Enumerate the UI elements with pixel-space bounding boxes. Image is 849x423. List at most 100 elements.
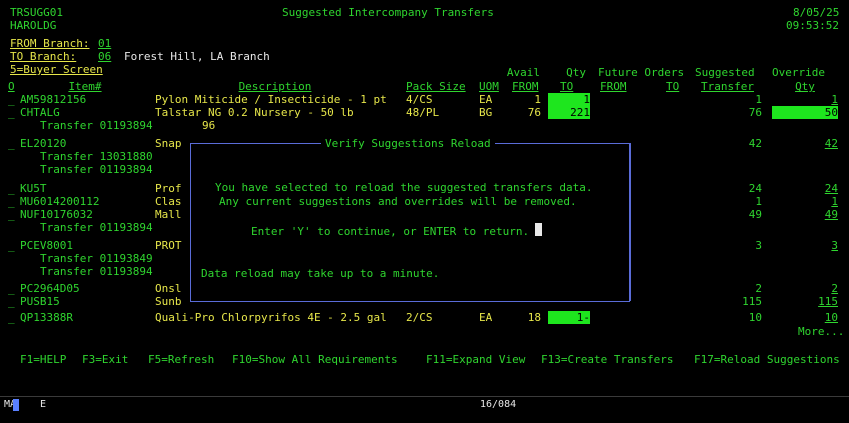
- table-row-suggested: 24: [748, 182, 762, 195]
- user-name: HAROLDG: [10, 19, 57, 32]
- table-row-item: QP13388R: [20, 311, 73, 324]
- override-qty-input[interactable]: 49: [772, 208, 838, 221]
- table-row-uom: EA: [479, 311, 493, 324]
- override-qty-input[interactable]: 24: [772, 182, 838, 195]
- verify-reload-dialog: Verify Suggestions Reload You have selec…: [190, 137, 630, 302]
- dialog-title: Verify Suggestions Reload: [321, 137, 495, 150]
- to-branch-label: TO Branch:: [10, 50, 77, 63]
- row-option-field[interactable]: _: [8, 208, 15, 221]
- dialog-message-line1: You have selected to reload the suggeste…: [215, 181, 593, 194]
- override-qty-input[interactable]: 50: [772, 106, 838, 119]
- transfer-line: Transfer 01193894: [40, 265, 153, 278]
- table-row-avail: 1: [534, 93, 541, 106]
- table-row-desc: Snap: [155, 137, 182, 150]
- col-uom: UOM: [479, 80, 499, 93]
- override-qty-input[interactable]: 1: [772, 195, 838, 208]
- table-row-item: AM59812156: [20, 93, 87, 106]
- override-qty-input[interactable]: 1: [772, 93, 838, 106]
- col-future-from: FROM: [600, 80, 627, 93]
- date: 8/05/25: [793, 6, 840, 19]
- row-option-field[interactable]: _: [8, 93, 15, 106]
- row-option-field[interactable]: _: [8, 106, 15, 119]
- table-row-suggested: 76: [748, 106, 762, 119]
- transfer-line: Transfer 01193894: [40, 221, 153, 234]
- table-row-suggested: 115: [742, 295, 762, 308]
- col-description: Description: [238, 80, 312, 93]
- to-branch-field[interactable]: 06: [98, 50, 111, 63]
- table-row-item: MU6014200112: [20, 195, 100, 208]
- table-row-item: PCEV8001: [20, 239, 73, 252]
- dialog-message-line2: Any current suggestions and overrides wi…: [219, 195, 577, 208]
- override-qty-input[interactable]: 42: [772, 137, 838, 150]
- transfer-qty: 96: [202, 119, 216, 132]
- to-branch-name: Forest Hill, LA Branch: [124, 50, 270, 63]
- f5-refresh-key[interactable]: F5=Refresh: [148, 353, 214, 366]
- transfer-line: Transfer 01193849: [40, 252, 153, 265]
- table-row-uom: BG: [479, 106, 493, 119]
- table-row-suggested: 3: [755, 239, 762, 252]
- transfer-line: Transfer 01193894: [40, 163, 153, 176]
- table-row-suggested: 49: [748, 208, 762, 221]
- row-option-field[interactable]: _: [8, 311, 15, 324]
- table-row-item: NUF10176032: [20, 208, 93, 221]
- col-future-top: Future Orders: [598, 66, 685, 79]
- program-name: TRSUGG01: [10, 6, 63, 19]
- table-row-suggested: 2: [755, 282, 762, 295]
- time: 09:53:52: [786, 19, 839, 32]
- col-suggested-transfer: Transfer: [701, 80, 754, 93]
- table-row-desc: Quali-Pro Chlorpyrifos 4E - 2.5 gal: [155, 311, 387, 324]
- table-row-item: KU5T: [20, 182, 47, 195]
- row-option-field[interactable]: _: [8, 182, 15, 195]
- table-row-pack: 4/CS: [406, 93, 433, 106]
- buyer-screen-label: 5=Buyer Screen: [10, 63, 103, 76]
- f10-show-all-key[interactable]: F10=Show All Requirements: [232, 353, 398, 366]
- table-row-item: EL20120: [20, 137, 67, 150]
- more-indicator[interactable]: More...: [798, 325, 844, 338]
- table-row-pack: 2/CS: [406, 311, 433, 324]
- table-row-item: PUSB15: [20, 295, 60, 308]
- col-avail-from: FROM: [512, 80, 539, 93]
- from-branch-label: FROM Branch:: [10, 37, 90, 50]
- f1-help-key[interactable]: F1=HELP: [20, 353, 66, 366]
- col-qty-top: Qty: [566, 66, 586, 79]
- row-option-field[interactable]: _: [8, 195, 15, 208]
- table-row-suggested: 42: [748, 137, 762, 150]
- col-suggested-top: Suggested: [695, 66, 755, 79]
- confirm-input-cursor[interactable]: [535, 223, 542, 236]
- table-row-item: PC2964D05: [20, 282, 80, 295]
- row-option-field[interactable]: _: [8, 282, 15, 295]
- row-option-field[interactable]: _: [8, 239, 15, 252]
- table-row-desc: Talstar NG 0.2 Nursery - 50 lb: [155, 106, 354, 119]
- f3-exit-key[interactable]: F3=Exit: [82, 353, 128, 366]
- override-qty-input[interactable]: 2: [772, 282, 838, 295]
- col-item: Item#: [68, 80, 102, 93]
- from-branch-field[interactable]: 01: [98, 37, 111, 50]
- status-bar: MA E 16/084: [0, 396, 849, 423]
- col-future-to: TO: [666, 80, 680, 93]
- override-qty-input[interactable]: 10: [772, 311, 838, 324]
- col-opt: O: [8, 80, 15, 93]
- row-option-field[interactable]: _: [8, 295, 15, 308]
- override-qty-input[interactable]: 3: [772, 239, 838, 252]
- col-override-qty: Qty: [795, 80, 815, 93]
- cursor-block-icon: [13, 399, 19, 411]
- table-row-suggested: 1: [755, 93, 762, 106]
- row-option-field[interactable]: _: [8, 137, 15, 150]
- dialog-prompt: Enter 'Y' to continue, or ENTER to retur…: [251, 225, 530, 238]
- f11-expand-view-key[interactable]: F11=Expand View: [426, 353, 525, 366]
- f13-create-transfers-key[interactable]: F13=Create Transfers: [541, 353, 673, 366]
- table-row-pack: 48/PL: [406, 106, 440, 119]
- page-title: Suggested Intercompany Transfers: [282, 6, 494, 19]
- table-row-suggested: 10: [748, 311, 762, 324]
- col-avail-top: Avail: [506, 66, 540, 79]
- cursor-position: 16/084: [480, 399, 517, 410]
- table-row-avail: 18: [527, 311, 541, 324]
- f17-reload-suggestions-key[interactable]: F17=Reload Suggestions: [694, 353, 840, 366]
- col-pack-size: Pack Size: [406, 80, 466, 93]
- input-indicator: E: [40, 399, 47, 410]
- table-row-qty-to: 1-: [548, 311, 590, 324]
- table-row-desc: Pylon Miticide / Insecticide - 1 pt: [155, 93, 387, 106]
- transfer-line: Transfer 13031880: [40, 150, 153, 163]
- override-qty-input[interactable]: 115: [772, 295, 838, 308]
- table-row-desc: Sunb: [155, 295, 182, 308]
